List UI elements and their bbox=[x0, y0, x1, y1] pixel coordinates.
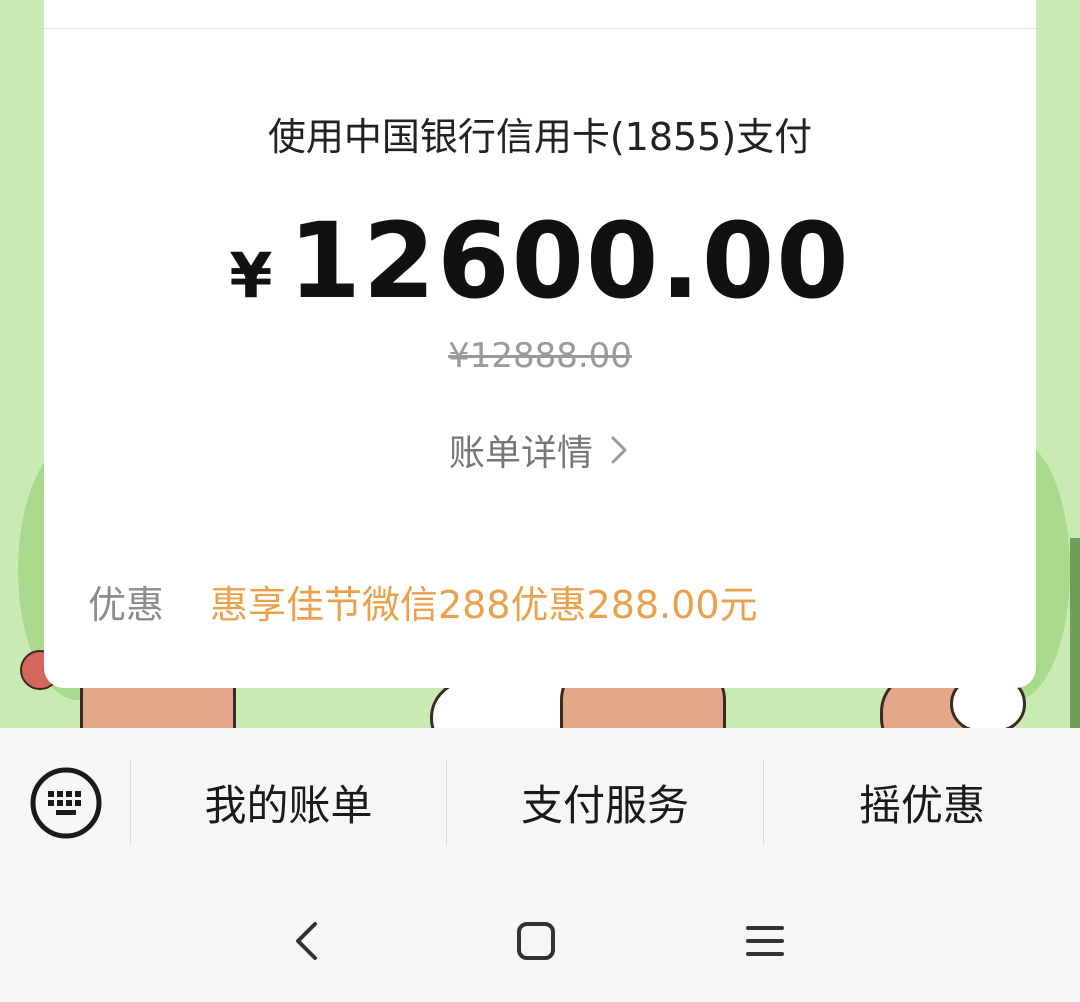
discount-label: 优惠 bbox=[88, 583, 165, 627]
home-icon[interactable] bbox=[511, 916, 561, 966]
payment-screen: 使用中国银行信用卡(1855)支付 ¥ 12600.00 ¥12888.00 账… bbox=[0, 0, 1080, 1002]
bill-detail-link[interactable]: 账单详情 bbox=[44, 424, 1036, 476]
discount-value: 惠享佳节微信288优惠288.00元 bbox=[210, 583, 758, 627]
amount-value: 12600.00 bbox=[288, 200, 851, 322]
currency-symbol: ¥ bbox=[229, 239, 273, 312]
divider bbox=[44, 28, 1036, 29]
menu-item-payment-services[interactable]: 支付服务 bbox=[447, 772, 763, 832]
menu-item-shake-discount[interactable]: 摇优惠 bbox=[764, 772, 1080, 832]
chevron-right-icon bbox=[611, 436, 627, 464]
payment-method-text: 使用中国银行信用卡(1855)支付 bbox=[267, 115, 813, 159]
bill-detail-label: 账单详情 bbox=[448, 433, 593, 474]
menu-item-my-bills[interactable]: 我的账单 bbox=[131, 772, 446, 832]
back-icon[interactable] bbox=[282, 916, 332, 966]
original-amount: ¥12888.00 bbox=[448, 336, 632, 376]
system-nav-bar bbox=[0, 876, 1080, 1002]
bottom-menu-bar: 我的账单 支付服务 摇优惠 bbox=[0, 728, 1080, 876]
background-decoration bbox=[1070, 538, 1080, 728]
recents-icon[interactable] bbox=[740, 916, 790, 966]
keyboard-icon[interactable] bbox=[30, 767, 102, 839]
payment-amount: ¥ 12600.00 bbox=[44, 200, 1036, 322]
payment-card: 使用中国银行信用卡(1855)支付 ¥ 12600.00 ¥12888.00 账… bbox=[44, 0, 1036, 688]
